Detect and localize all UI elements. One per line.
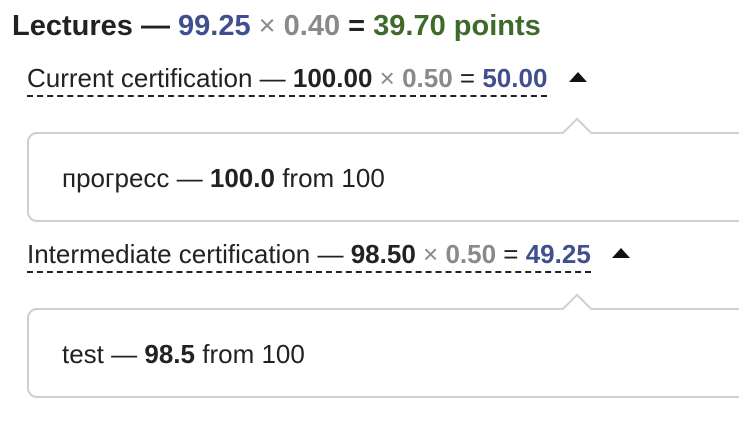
cert-toggle-intermediate[interactable]: Intermediate certification — 98.50 × 0.5… — [27, 238, 591, 273]
cert-score: 100.00 — [292, 63, 373, 93]
summary-times: × — [258, 10, 276, 42]
grade-breakdown: Lectures — 99.25 × 0.40 = 39.70 points C… — [0, 0, 739, 421]
detail-dash: — — [176, 163, 203, 193]
detail-suffix: from 100 — [202, 339, 305, 369]
cert-dash: — — [259, 63, 286, 93]
cert-times: × — [379, 63, 395, 93]
detail-line: прогресс — 100.0 from 100 — [62, 162, 385, 194]
cert-name: Current certification — [27, 63, 253, 93]
detail-value: 100.0 — [209, 163, 275, 193]
popover-arrow — [561, 117, 593, 149]
cert-times: × — [423, 239, 439, 269]
cert-details-intermediate: test — 98.5 from 100 — [27, 293, 739, 398]
detail-line: test — 98.5 from 100 — [62, 338, 305, 370]
cert-equals: = — [459, 63, 476, 93]
lectures-summary: Lectures — 99.25 × 0.40 = 39.70 points — [12, 8, 541, 44]
cert-result: 50.00 — [482, 63, 548, 93]
detail-item: test — [62, 339, 104, 369]
summary-score: 99.25 — [178, 10, 251, 42]
cert-dash: — — [317, 239, 344, 269]
cert-name: Intermediate certification — [27, 239, 311, 269]
detail-dash: — — [111, 339, 138, 369]
summary-weight: 0.40 — [283, 10, 341, 42]
caret-up-icon[interactable] — [568, 72, 587, 83]
cert-row-intermediate: Intermediate certification — 98.50 × 0.5… — [27, 238, 631, 273]
cert-details-current: прогресс — 100.0 from 100 — [27, 117, 739, 222]
cert-toggle-current[interactable]: Current certification — 100.00 × 0.50 = … — [27, 62, 548, 97]
summary-dash: — — [140, 10, 170, 42]
cert-score: 98.50 — [350, 239, 416, 269]
detail-value: 98.5 — [144, 339, 195, 369]
cert-row-current: Current certification — 100.00 × 0.50 = … — [27, 62, 587, 97]
summary-equals: = — [348, 10, 366, 42]
cert-result: 49.25 — [525, 239, 591, 269]
cert-equals: = — [503, 239, 519, 269]
summary-result: 39.70 points — [373, 10, 541, 42]
summary-label: Lectures — [12, 10, 133, 42]
cert-weight: 0.50 — [402, 63, 453, 93]
caret-up-icon[interactable] — [612, 248, 631, 259]
detail-suffix: from 100 — [282, 163, 385, 193]
popover-arrow — [561, 293, 593, 325]
cert-weight: 0.50 — [445, 239, 497, 269]
detail-item: прогресс — [62, 163, 170, 193]
